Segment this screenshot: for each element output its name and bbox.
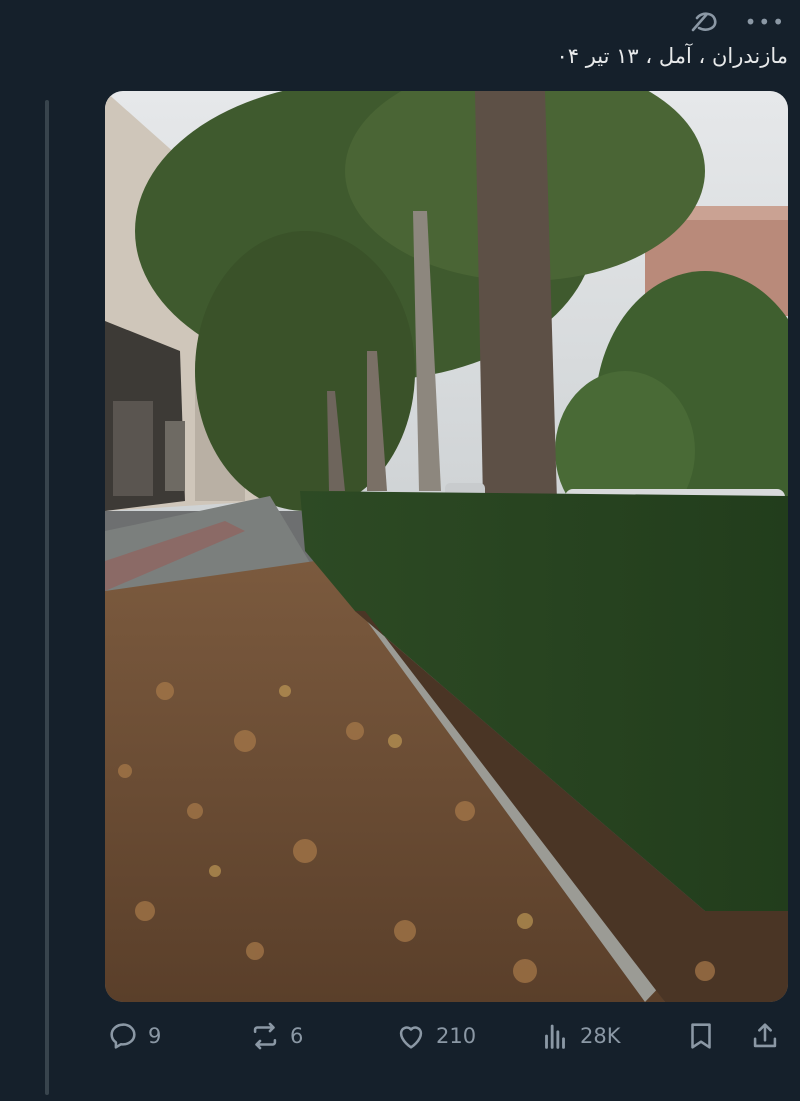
reply-icon xyxy=(110,1023,136,1049)
views-icon xyxy=(545,1024,565,1049)
tweet-actions: 9 6 210 28K xyxy=(100,1012,782,1060)
share-button[interactable] xyxy=(748,1019,782,1053)
heart-icon xyxy=(399,1026,423,1049)
share-icon xyxy=(753,1023,777,1048)
repost-count: 6 xyxy=(290,1024,304,1048)
street-photo-image xyxy=(105,91,788,1002)
more-horizontal-icon[interactable]: ••• xyxy=(745,8,786,36)
thread-line xyxy=(45,100,49,1095)
tweet-photo[interactable] xyxy=(105,91,788,1002)
repost-icon xyxy=(253,1022,277,1050)
tweet-text: مازندران ، آمل ، ۱۳ تیر ۰۴ xyxy=(556,44,788,68)
views-button[interactable]: 28K xyxy=(538,1019,621,1053)
reply-count: 9 xyxy=(148,1024,162,1048)
views-count: 28K xyxy=(580,1024,621,1048)
tweet-header-icons: ••• xyxy=(687,8,786,36)
like-button[interactable]: 210 xyxy=(394,1019,476,1053)
bookmark-button[interactable] xyxy=(684,1019,718,1053)
repost-button[interactable]: 6 xyxy=(248,1019,303,1053)
reply-button[interactable]: 9 xyxy=(106,1019,161,1053)
bookmark-icon xyxy=(691,1023,711,1049)
like-count: 210 xyxy=(436,1024,477,1048)
grok-icon[interactable] xyxy=(687,8,721,36)
